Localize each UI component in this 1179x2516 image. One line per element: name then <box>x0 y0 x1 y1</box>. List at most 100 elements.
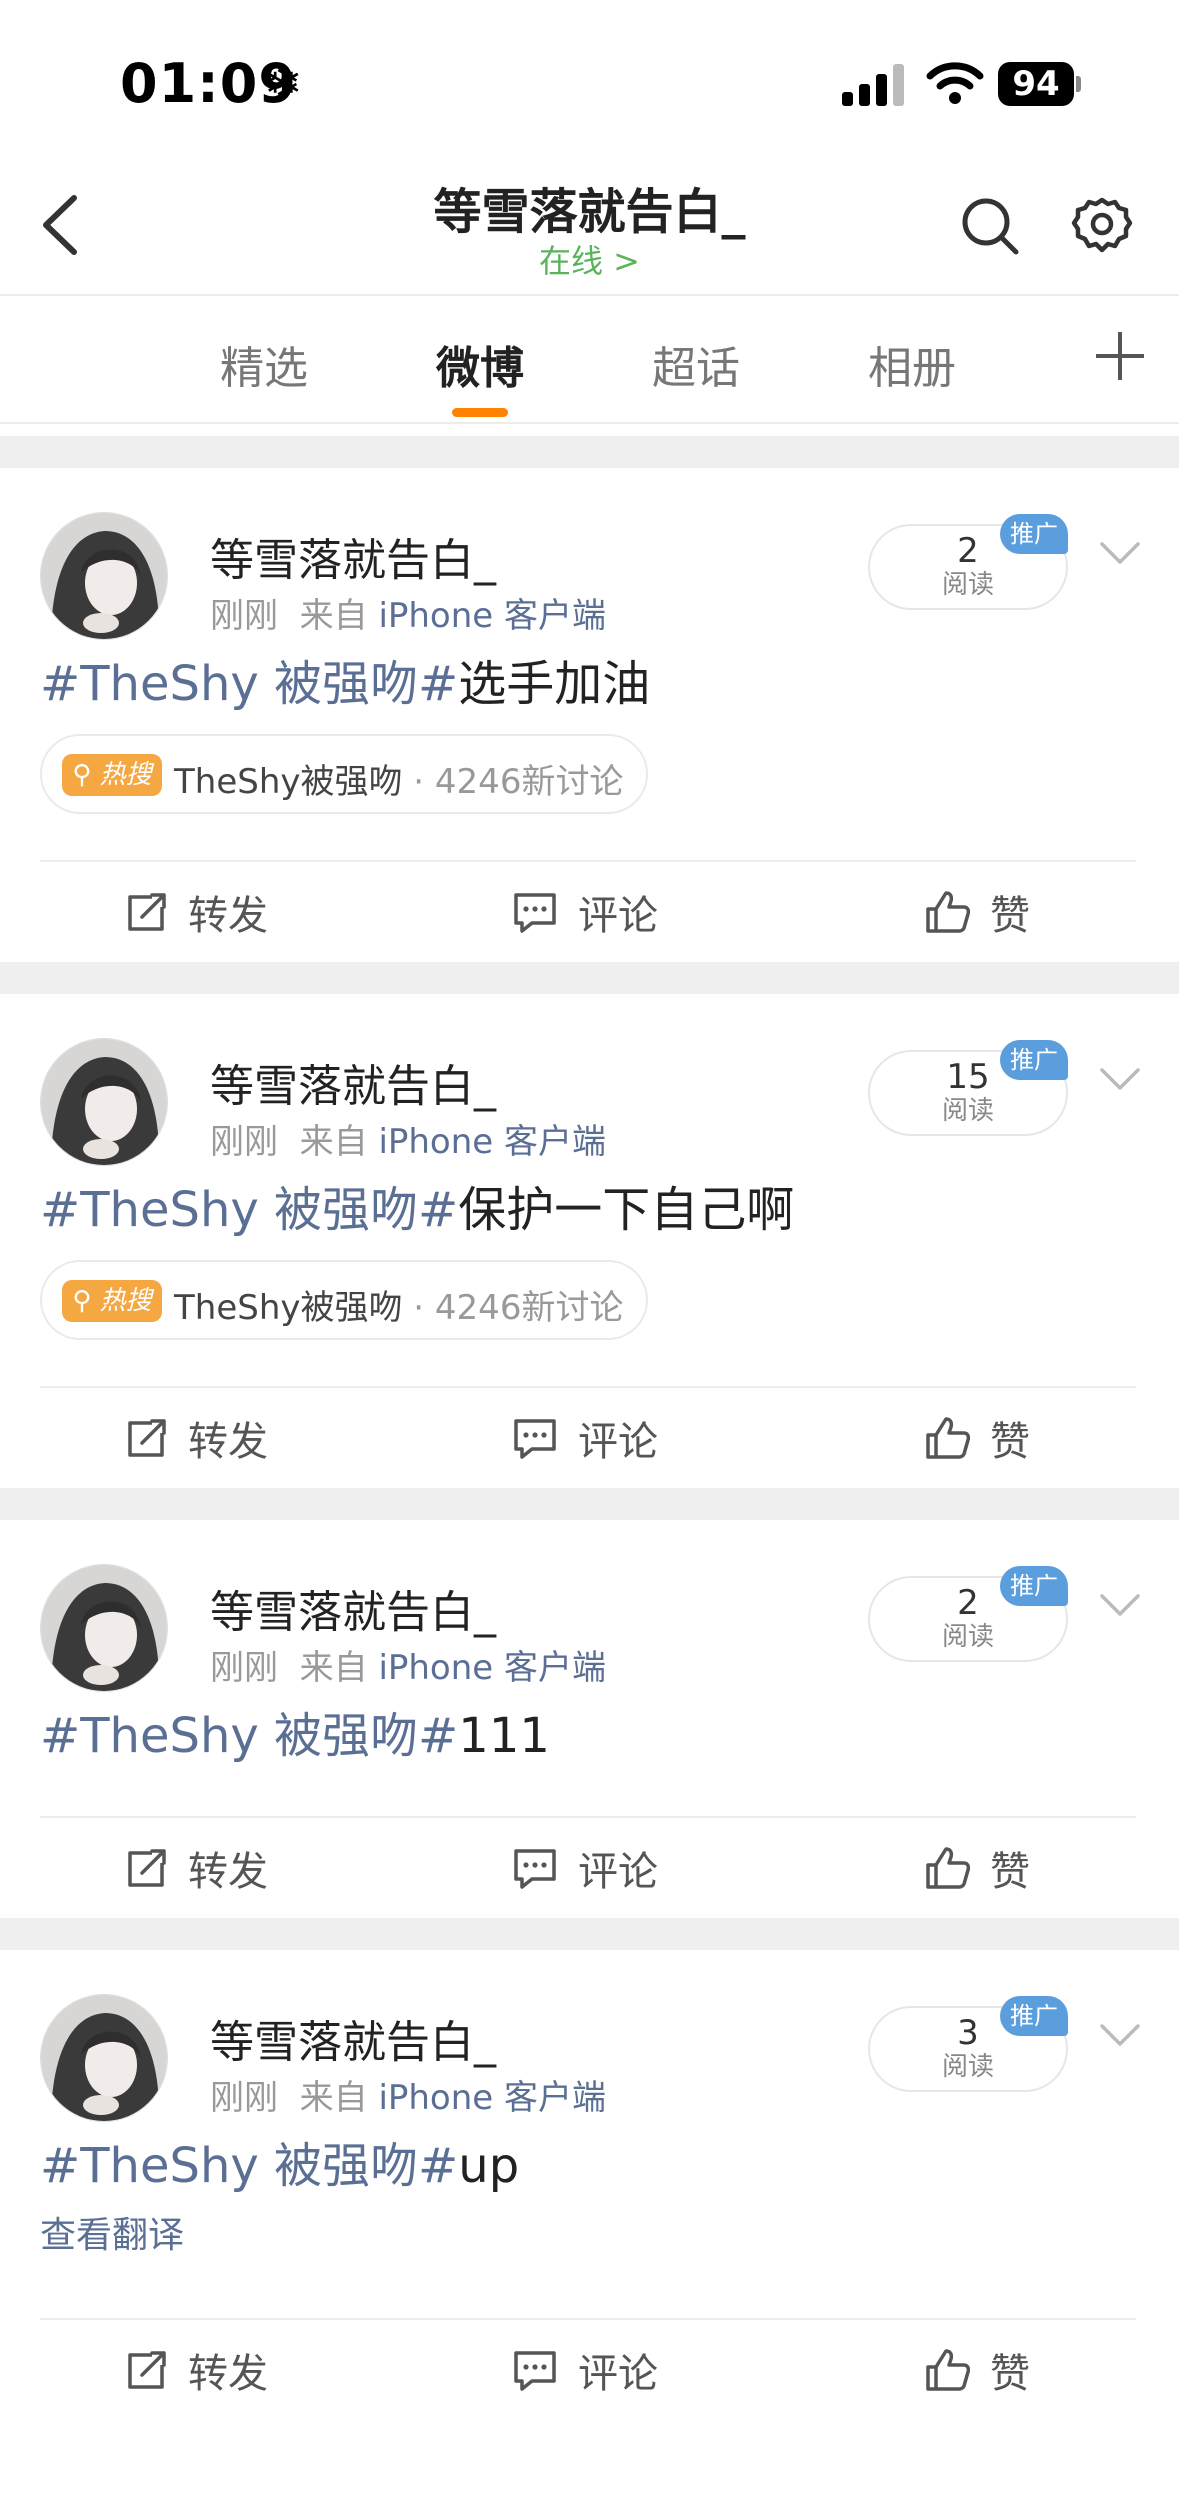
feed-separator <box>0 962 1179 994</box>
chevron-down-icon[interactable] <box>1098 2020 1142 2050</box>
gear-icon[interactable] <box>1070 194 1134 258</box>
comment-button[interactable]: 评论 <box>512 1388 658 1488</box>
comment-button[interactable]: 评论 <box>512 1818 658 1918</box>
hot-search-chip[interactable]: ⚲ 热搜 TheShy被强吻 · 4246新讨论 <box>40 1260 648 1340</box>
repost-button[interactable]: 转发 <box>122 1818 268 1918</box>
post-card[interactable]: 等雪落就告白_ 刚刚 来自 iPhone 客户端 3 阅读 推广 #TheShy 被强吻#… <box>0 1950 1179 2420</box>
like-button[interactable]: 赞 <box>924 862 1030 962</box>
like-icon <box>926 1417 970 1459</box>
avatar[interactable] <box>40 512 168 640</box>
avatar[interactable] <box>40 1994 168 2122</box>
read-label: 阅读 <box>941 2052 994 2082</box>
promo-badge[interactable]: 推广 <box>1000 1040 1068 1080</box>
like-label: 赞 <box>990 1419 1030 1465</box>
source-prefix: 来自 <box>299 2078 368 2118</box>
repost-button[interactable]: 转发 <box>122 862 268 962</box>
post-hashtag[interactable]: #TheShy 被强吻# <box>40 1182 458 1238</box>
post-meta: 刚刚 来自 iPhone 客户端 <box>210 1640 606 1689</box>
like-button[interactable]: 赞 <box>924 1388 1030 1488</box>
active-tab-indicator <box>452 408 508 417</box>
hot-badge-label: 热搜 <box>99 760 152 790</box>
repost-icon <box>128 1419 166 1457</box>
comment-label: 评论 <box>578 1849 658 1895</box>
read-label: 阅读 <box>941 1096 994 1126</box>
chevron-down-icon[interactable] <box>1098 538 1142 568</box>
comment-icon <box>514 893 556 933</box>
author-name[interactable]: 等雪落就告白_ <box>210 1050 496 1114</box>
post-card[interactable]: 等雪落就告白_ 刚刚 来自 iPhone 客户端 15 阅读 推广 #TheShy 被强吻… <box>0 994 1179 1488</box>
source-prefix: 来自 <box>299 596 368 636</box>
tab-bar: 精选 微博 超话 相册 <box>0 294 1179 424</box>
avatar[interactable] <box>40 1038 168 1166</box>
tab-super-topic[interactable]: 超话 <box>616 332 776 396</box>
post-time: 刚刚 <box>210 596 278 636</box>
post-actions: 转发 评论 赞 <box>0 1388 1179 1488</box>
post-actions: 转发 评论 赞 <box>0 2320 1179 2420</box>
post-card[interactable]: 等雪落就告白_ 刚刚 来自 iPhone 客户端 2 阅读 推广 #TheShy 被强吻#… <box>0 1520 1179 1918</box>
author-name[interactable]: 等雪落就告白_ <box>210 2006 496 2070</box>
post-body: 选手加油 <box>458 656 651 712</box>
snowflake-icon: ❄ <box>264 56 303 110</box>
feed-separator <box>0 436 1179 468</box>
post-source[interactable]: iPhone 客户端 <box>378 596 606 636</box>
translate-link[interactable]: 查看翻译 <box>40 2206 184 2258</box>
tab-featured[interactable]: 精选 <box>184 332 344 396</box>
chevron-down-icon[interactable] <box>1098 1590 1142 1620</box>
hot-topic-name: TheShy被强吻 <box>174 762 403 802</box>
wifi-icon <box>926 62 984 104</box>
post-meta: 刚刚 来自 iPhone 客户端 <box>210 2070 606 2119</box>
author-name[interactable]: 等雪落就告白_ <box>210 1576 496 1640</box>
post-text[interactable]: #TheShy 被强吻#保护一下自己啊 <box>40 1170 794 1240</box>
hot-search-chip[interactable]: ⚲ 热搜 TheShy被强吻 · 4246新讨论 <box>40 734 648 814</box>
comment-icon <box>514 2351 556 2391</box>
repost-button[interactable]: 转发 <box>122 2320 268 2420</box>
post-feed: 等雪落就告白_ 刚刚 来自 iPhone 客户端 2 阅读 推广 #TheShy 被强吻#… <box>0 436 1179 2420</box>
tab-album[interactable]: 相册 <box>832 332 992 396</box>
repost-icon <box>128 1849 166 1887</box>
source-prefix: 来自 <box>299 1122 368 1162</box>
post-time: 刚刚 <box>210 1122 278 1162</box>
comment-label: 评论 <box>578 1419 658 1465</box>
avatar[interactable] <box>40 1564 168 1692</box>
post-text[interactable]: #TheShy 被强吻#选手加油 <box>40 644 650 714</box>
comment-button[interactable]: 评论 <box>512 2320 658 2420</box>
search-icon[interactable] <box>958 194 1022 258</box>
like-icon <box>926 891 970 933</box>
hot-badge-label: 热搜 <box>99 1286 152 1316</box>
post-meta: 刚刚 来自 iPhone 客户端 <box>210 1114 606 1163</box>
post-hashtag[interactable]: #TheShy 被强吻# <box>40 1708 458 1764</box>
promo-badge[interactable]: 推广 <box>1000 1566 1068 1606</box>
hot-topic-name: TheShy被强吻 <box>174 1288 403 1328</box>
hot-search-badge: ⚲ 热搜 <box>62 1280 162 1322</box>
nav-bar: 等雪落就告白_ 在线 > <box>0 160 1179 294</box>
post-source[interactable]: iPhone 客户端 <box>378 2078 606 2118</box>
hot-topic: TheShy被强吻 · 4246新讨论 <box>174 754 623 803</box>
like-icon <box>926 2349 970 2391</box>
promo-badge[interactable]: 推广 <box>1000 1996 1068 2036</box>
promo-badge[interactable]: 推广 <box>1000 514 1068 554</box>
like-label: 赞 <box>990 893 1030 939</box>
like-button[interactable]: 赞 <box>924 1818 1030 1918</box>
post-source[interactable]: iPhone 客户端 <box>378 1122 606 1162</box>
comment-button[interactable]: 评论 <box>512 862 658 962</box>
tab-weibo[interactable]: 微博 <box>400 332 560 396</box>
post-text[interactable]: #TheShy 被强吻#111 <box>40 1696 550 1766</box>
post-meta: 刚刚 来自 iPhone 客户端 <box>210 588 606 637</box>
repost-label: 转发 <box>188 1419 268 1465</box>
repost-label: 转发 <box>188 2351 268 2397</box>
post-text[interactable]: #TheShy 被强吻#up <box>40 2126 519 2196</box>
author-name[interactable]: 等雪落就告白_ <box>210 524 496 588</box>
add-tab-icon[interactable] <box>1090 326 1150 386</box>
status-bar: 01:09 ❄ 94 <box>0 0 1179 160</box>
post-body: 111 <box>458 1708 550 1764</box>
chevron-down-icon[interactable] <box>1098 1064 1142 1094</box>
post-source[interactable]: iPhone 客户端 <box>378 1648 606 1688</box>
like-button[interactable]: 赞 <box>924 2320 1030 2420</box>
post-hashtag[interactable]: #TheShy 被强吻# <box>40 656 458 712</box>
repost-button[interactable]: 转发 <box>122 1388 268 1488</box>
post-card[interactable]: 等雪落就告白_ 刚刚 来自 iPhone 客户端 2 阅读 推广 #TheShy 被强吻#… <box>0 468 1179 962</box>
post-time: 刚刚 <box>210 1648 278 1688</box>
hot-topic-count: · 4246新讨论 <box>402 1288 624 1328</box>
post-hashtag[interactable]: #TheShy 被强吻# <box>40 2138 458 2194</box>
cellular-signal-icon <box>842 64 906 106</box>
